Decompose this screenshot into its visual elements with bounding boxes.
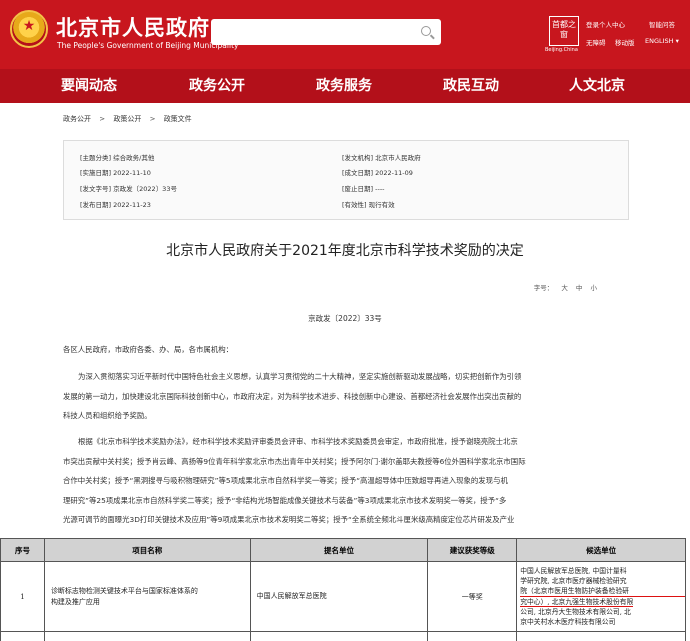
paragraph-2: 根据《北京市科学技术奖励办法》，经市科学技术奖励评审委员会评审、市科学技术奖励委… xyxy=(63,432,629,530)
unit-line: 院（北京市医用生物防护装备检验研 xyxy=(520,586,685,597)
breadcrumb-item[interactable]: 政务公开 xyxy=(63,115,91,123)
chevron-down-icon: ▾ xyxy=(675,37,679,45)
salutation: 各区人民政府，市政府各委、办、局，各市属机构： xyxy=(63,340,629,360)
nav-item-culture[interactable]: 人文北京 xyxy=(569,69,625,103)
unit-line: 中国人民解放军总医院, 中国计量科 xyxy=(520,567,627,575)
site-title[interactable]: 北京市人民政府 xyxy=(56,12,210,42)
col-header-project: 项目名称 xyxy=(43,538,251,562)
paragraph-line: 合作中关村奖；授予“黑洞搜寻与吸积物理研究”等5项成果北京市自然科学奖一等奖；授… xyxy=(63,476,508,485)
nav-item-services[interactable]: 政务服务 xyxy=(316,69,372,103)
paragraph-1: 为深入贯彻落实习近平新时代中国特色社会主义思想，认真学习贯彻党的二十大精神，坚定… xyxy=(63,367,629,426)
breadcrumb: 政务公开 > 政策公开 > 政策文件 xyxy=(63,114,198,124)
row-index: 1 xyxy=(0,561,45,632)
paragraph-line: 根据《北京市科学技术奖励办法》，经市科学技术奖励评审委员会评审、市科学技术奖励委… xyxy=(78,437,518,446)
paragraph-line: 光源可调节的面曝光3D打印关键技术及应用”等9项成果北京市技术发明奖二等奖；授予… xyxy=(63,515,515,524)
paragraph-line: 理研究”等25项成果北京市自然科学奖二等奖；授予“非结构光场智能成像关键技术与装… xyxy=(63,495,507,505)
col-header-index: 序号 xyxy=(0,538,45,562)
unit-line-highlight: 究中心）, 北京九强生物技术股份有限 xyxy=(520,598,634,607)
col-header-nominator: 提名单位 xyxy=(249,538,429,562)
meta-published: [发布日期] 2022-11-23 xyxy=(80,201,151,209)
table-row: 1 诊断标志物检测关键技术平台与国家标准体系的 构建及推广应用 中国人民解放军总… xyxy=(0,561,686,632)
font-size-small[interactable]: 小 xyxy=(591,284,598,292)
row-units: 中国人民解放军总医院, 中国计量科 学研究院, 北京市医疗器械检验研究 院（北京… xyxy=(516,561,686,632)
paragraph-line: 市突出贡献中关村奖；授予肖云峰、高扬等9位青年科学家北京市杰出青年中关村奖；授予… xyxy=(63,456,526,466)
login-link[interactable]: 登录个人中心 xyxy=(586,19,625,29)
document-meta: [主题分类] 综合政务/其他 [发文机构] 北京市人民政府 [实施日期] 202… xyxy=(63,140,629,220)
table-row-next xyxy=(0,631,686,641)
row-cell-empty xyxy=(0,631,45,641)
breadcrumb-separator-icon: > xyxy=(149,115,156,123)
row-cell-empty xyxy=(43,631,251,641)
site-header: 北京市人民政府 The People's Government of Beiji… xyxy=(0,0,690,69)
breadcrumb-item[interactable]: 政策文件 xyxy=(164,115,192,123)
row-cell-empty xyxy=(249,631,429,641)
nav-item-gov-affairs[interactable]: 政务公开 xyxy=(189,69,245,103)
english-label: ENGLISH xyxy=(645,37,674,45)
font-size-medium[interactable]: 中 xyxy=(576,284,583,292)
meta-issuer: [发文机构] 北京市人民政府 xyxy=(342,154,421,162)
award-table: 序号 项目名称 提名单位 建议获奖等级 候选单位 1 诊断标志物检测关键技术平台… xyxy=(0,538,690,641)
accessible-link[interactable]: 无障碍 xyxy=(586,37,606,47)
smart-qa-link[interactable]: 智能问答 xyxy=(649,19,675,29)
row-project-line: 诊断标志物检测关键技术平台与国家标准体系的 xyxy=(50,586,198,595)
breadcrumb-item[interactable]: 政策公开 xyxy=(113,115,141,123)
col-header-level: 建议获奖等级 xyxy=(427,538,518,562)
font-size-label: 字号： xyxy=(533,284,554,292)
paragraph-line: 科技人员和组织给予奖励。 xyxy=(63,411,152,420)
breadcrumb-separator-icon: > xyxy=(99,115,106,123)
meta-effective: [实施日期] 2022-11-10 xyxy=(80,169,151,177)
paragraph-line: 发展的第一动力，加快建设北京国际科技创新中心，市政府决定，对为科学技术进步、科技… xyxy=(63,391,522,401)
row-cell-empty xyxy=(427,631,518,641)
search-icon[interactable] xyxy=(421,26,431,36)
main-nav: 要闻动态 政务公开 政务服务 政民互动 人文北京 xyxy=(0,69,690,103)
meta-theme: [主题分类] 综合政务/其他 xyxy=(80,154,155,162)
document-title: 北京市人民政府关于2021年度北京市科学技术奖励的决定 xyxy=(166,243,524,259)
col-header-units: 候选单位 xyxy=(516,538,686,562)
unit-line: 京中关村水木医疗科技有限公司 xyxy=(520,618,616,626)
document-number: 京政发〔2022〕33号 xyxy=(308,314,382,323)
nav-item-interaction[interactable]: 政民互动 xyxy=(443,69,499,103)
english-link[interactable]: ENGLISH ▾ xyxy=(645,37,679,45)
meta-repeal: [废止日期] ---- xyxy=(342,185,385,193)
row-project-line: 构建及推广应用 xyxy=(50,597,100,606)
row-nominator: 中国人民解放军总医院 xyxy=(249,561,429,632)
row-project: 诊断标志物检测关键技术平台与国家标准体系的 构建及推广应用 xyxy=(43,561,251,632)
salutation-text: 各区人民政府，市政府各委、办、局，各市属机构： xyxy=(63,345,233,354)
meta-docno: [发文字号] 京政发〔2022〕33号 xyxy=(80,185,177,193)
capital-window-logo-sub: Beijing.China xyxy=(545,47,578,53)
unit-line: 学研究院, 北京市医疗器械检验研究 xyxy=(520,577,627,585)
unit-line: 究中心）, 北京九强生物技术股份有限 xyxy=(520,597,685,607)
nav-item-news[interactable]: 要闻动态 xyxy=(61,69,117,103)
row-cell-empty xyxy=(516,631,686,641)
unit-line: 公司, 北京丹大生物技术有限公司, 北 xyxy=(520,608,631,616)
font-size-large[interactable]: 大 xyxy=(561,284,568,292)
capital-window-logo[interactable]: 首都之窗 xyxy=(549,16,579,46)
paragraph-line: 为深入贯彻落实习近平新时代中国特色社会主义思想，认真学习贯彻党的二十大精神，坚定… xyxy=(78,372,522,381)
row-level: 一等奖 xyxy=(427,561,518,632)
mobile-link[interactable]: 移动版 xyxy=(615,37,635,47)
search-input[interactable] xyxy=(211,19,441,45)
meta-written: [成文日期] 2022-11-09 xyxy=(342,169,413,177)
meta-validity: [有效性] 现行有效 xyxy=(342,201,395,209)
font-size-control: 字号： 大 中 小 xyxy=(528,282,597,292)
national-emblem-icon[interactable] xyxy=(10,10,48,48)
